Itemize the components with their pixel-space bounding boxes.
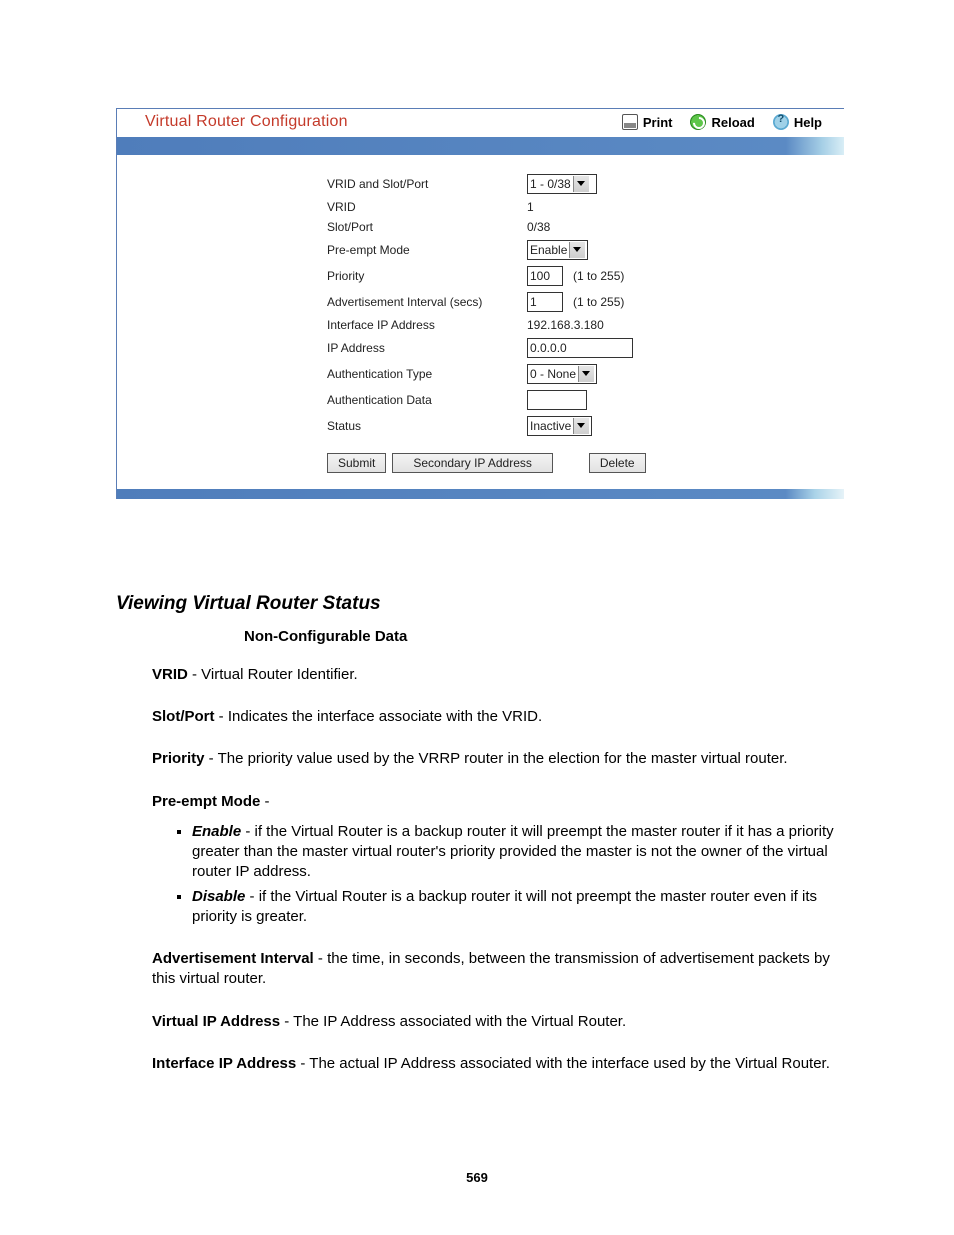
term-adv: Advertisement Interval — [152, 950, 314, 967]
desc-priority: - The priority value used by the VRRP ro… — [205, 750, 788, 767]
def-vip: Virtual IP Address - The IP Address asso… — [152, 1012, 844, 1032]
panel-header: Virtual Router Configuration Print Reloa… — [117, 109, 844, 137]
select-auth-type-value: 0 - None — [530, 366, 576, 382]
select-vrid-slot-port-value: 1 - 0/38 — [530, 176, 571, 192]
def-preempt: Pre-empt Mode - — [152, 792, 844, 812]
doc-section: Viewing Virtual Router Status Non-Config… — [116, 591, 844, 1074]
term-enable: Enable — [192, 823, 241, 840]
list-item: Enable - if the Virtual Router is a back… — [192, 822, 844, 883]
reload-button[interactable]: Reload — [690, 114, 754, 130]
dash: - — [260, 793, 269, 810]
term-vrid: VRID — [152, 666, 188, 683]
section-heading: Viewing Virtual Router Status — [116, 591, 844, 617]
select-auth-type[interactable]: 0 - None — [527, 364, 597, 384]
select-vrid-slot-port[interactable]: 1 - 0/38 — [527, 174, 597, 194]
chevron-down-icon — [573, 418, 589, 434]
select-preempt[interactable]: Enable — [527, 240, 588, 260]
label-vrid: VRID — [127, 200, 527, 214]
label-priority: Priority — [127, 269, 527, 283]
hint-priority: (1 to 255) — [573, 269, 624, 283]
panel-title: Virtual Router Configuration — [145, 113, 622, 131]
def-priority: Priority - The priority value used by th… — [152, 749, 844, 769]
chevron-down-icon — [578, 366, 594, 382]
select-status-value: Inactive — [530, 418, 571, 434]
select-status[interactable]: Inactive — [527, 416, 592, 436]
label-auth-data: Authentication Data — [127, 393, 527, 407]
term-priority: Priority — [152, 750, 205, 767]
chevron-down-icon — [569, 242, 585, 258]
def-iip: Interface IP Address - The actual IP Add… — [152, 1054, 844, 1074]
term-preempt: Pre-empt Mode — [152, 793, 260, 810]
submit-button[interactable]: Submit — [327, 453, 386, 473]
preempt-list: Enable - if the Virtual Router is a back… — [152, 822, 844, 927]
sub-heading: Non-Configurable Data — [244, 627, 844, 647]
term-vip: Virtual IP Address — [152, 1013, 280, 1030]
label-adv: Advertisement Interval (secs) — [127, 295, 527, 309]
def-adv: Advertisement Interval - the time, in se… — [152, 949, 844, 990]
desc-slot: - Indicates the interface associate with… — [215, 708, 543, 725]
desc-iip: - The actual IP Address associated with … — [296, 1055, 830, 1072]
desc-vrid: - Virtual Router Identifier. — [188, 666, 358, 683]
button-row: Submit Secondary IP Address Delete — [127, 439, 834, 475]
reload-icon — [690, 114, 706, 130]
def-vrid: VRID - Virtual Router Identifier. — [152, 665, 844, 685]
blue-bar-top — [117, 137, 844, 155]
label-status: Status — [127, 419, 527, 433]
print-button[interactable]: Print — [622, 114, 673, 130]
term-iip: Interface IP Address — [152, 1055, 296, 1072]
term-disable: Disable — [192, 888, 245, 905]
delete-button[interactable]: Delete — [589, 453, 646, 473]
secondary-ip-button[interactable]: Secondary IP Address — [392, 453, 553, 473]
help-button[interactable]: Help — [773, 114, 822, 130]
input-priority[interactable]: 100 — [527, 266, 563, 286]
page-number: 569 — [0, 1170, 954, 1185]
value-slot-port: 0/38 — [527, 220, 550, 234]
print-label: Print — [643, 115, 673, 130]
header-actions: Print Reload Help — [622, 114, 822, 130]
form-area: VRID and Slot/Port 1 - 0/38 VRID 1 Slot/… — [117, 155, 844, 489]
label-preempt: Pre-empt Mode — [127, 243, 527, 257]
label-ip: IP Address — [127, 341, 527, 355]
label-vrid-slot-port: VRID and Slot/Port — [127, 177, 527, 191]
blue-bar-bottom — [117, 489, 844, 499]
chevron-down-icon — [573, 176, 589, 192]
list-item: Disable - if the Virtual Router is a bac… — [192, 887, 844, 928]
help-label: Help — [794, 115, 822, 130]
config-panel: Virtual Router Configuration Print Reloa… — [116, 108, 844, 499]
input-auth-data[interactable] — [527, 390, 587, 410]
desc-vip: - The IP Address associated with the Vir… — [280, 1013, 626, 1030]
select-preempt-value: Enable — [530, 242, 567, 258]
help-icon — [773, 114, 789, 130]
print-icon — [622, 114, 638, 130]
reload-label: Reload — [711, 115, 754, 130]
value-iface-ip: 192.168.3.180 — [527, 318, 604, 332]
value-vrid: 1 — [527, 200, 534, 214]
label-iface-ip: Interface IP Address — [127, 318, 527, 332]
label-auth-type: Authentication Type — [127, 367, 527, 381]
term-slot: Slot/Port — [152, 708, 215, 725]
label-slot-port: Slot/Port — [127, 220, 527, 234]
input-adv[interactable]: 1 — [527, 292, 563, 312]
input-ip[interactable]: 0.0.0.0 — [527, 338, 633, 358]
desc-disable: - if the Virtual Router is a backup rout… — [192, 888, 817, 925]
def-slot: Slot/Port - Indicates the interface asso… — [152, 707, 844, 727]
hint-adv: (1 to 255) — [573, 295, 624, 309]
desc-enable: - if the Virtual Router is a backup rout… — [192, 823, 834, 881]
